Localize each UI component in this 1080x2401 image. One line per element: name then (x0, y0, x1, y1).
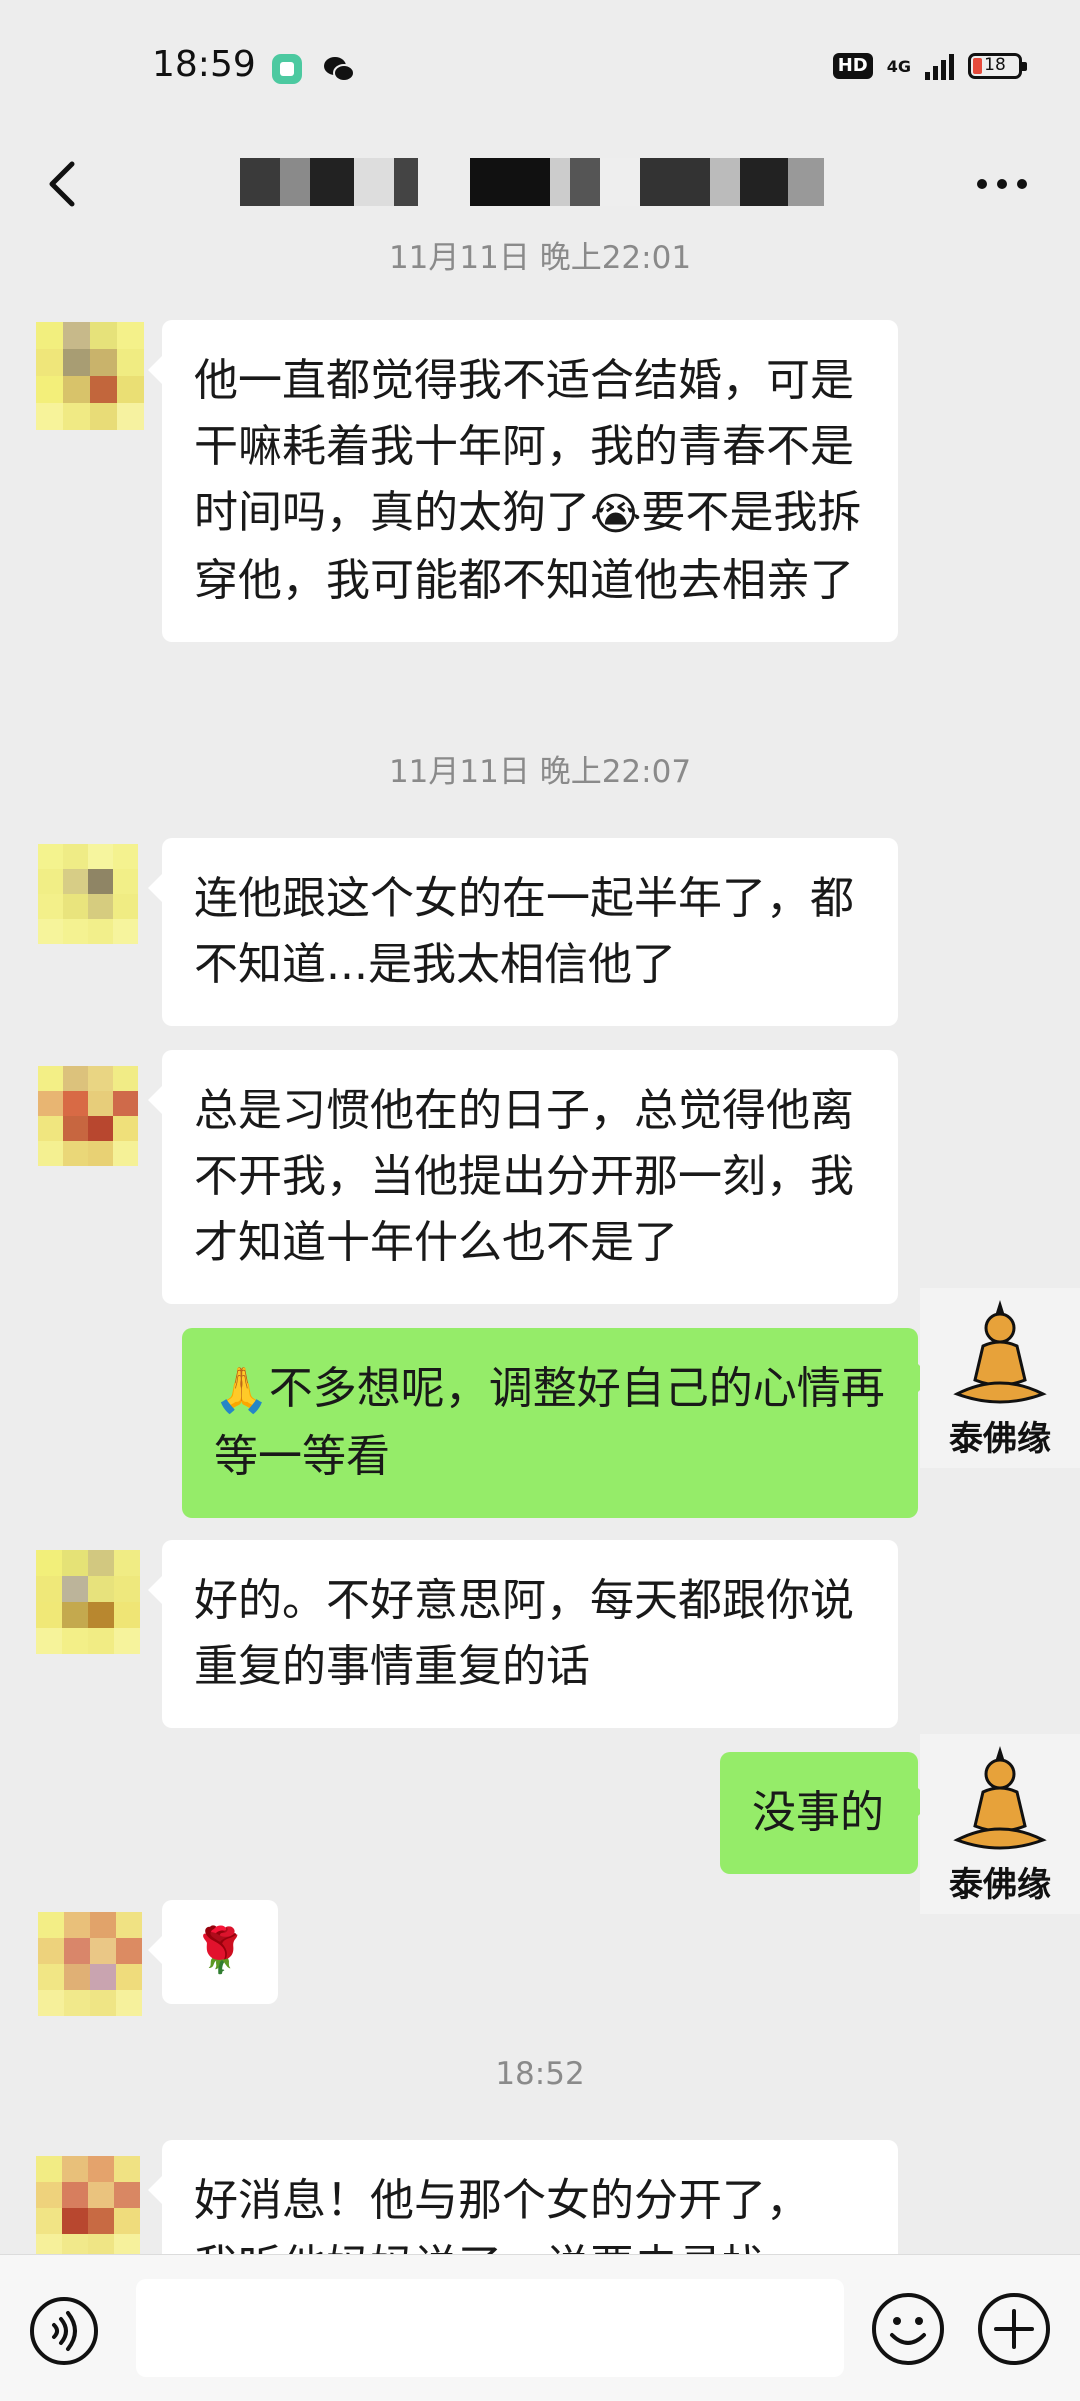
status-time: 18:59 (152, 44, 256, 85)
message-bubble[interactable]: 好消息！他与那个女的分开了， 我听他妈妈说了，说要去寻找 (148, 2140, 898, 2254)
smile-icon[interactable] (870, 2291, 946, 2367)
message-bubble[interactable]: 好的。不好意思阿，每天都跟你说重复的事情重复的话 (148, 1540, 898, 1728)
chevron-left-icon[interactable] (28, 148, 100, 220)
contact-avatar[interactable] (36, 1550, 140, 1654)
my-avatar[interactable]: 泰佛缘 (920, 1288, 1080, 1468)
wechat-notification-icon (324, 57, 355, 82)
status-indicators: HD 4G 18 (832, 52, 1027, 80)
contact-avatar[interactable] (38, 1066, 138, 1166)
message-list[interactable]: 11月11日 晚上22:01 他一直都觉得我不适合结婚，可是干嘛耗着我十年阿，我… (0, 240, 1080, 2254)
message-text: 总是习惯他在的日子，总觉得他离不开我，当他提出分开那一刻，我才知道十年什么也不是… (194, 1085, 854, 1268)
status-bar: 18:59 HD 4G 18 (0, 0, 1080, 130)
timestamp: 11月11日 晚上22:07 (388, 754, 692, 790)
message-text: 我听他妈妈说了，说要去寻找 (194, 2234, 866, 2254)
message-input[interactable] (136, 2279, 844, 2377)
buddha-icon (953, 1746, 1047, 1850)
praying-hands-emoji: 🙏 (214, 1365, 269, 1416)
message-bubble[interactable]: 连他跟这个女的在一起半年了，都不知道...是我太相信他了 (148, 838, 898, 1026)
contact-avatar[interactable] (36, 2156, 140, 2254)
avatar-label: 泰佛缘 (949, 1419, 1051, 1459)
plus-icon[interactable] (976, 2291, 1052, 2367)
message-text: 不多想呢，调整好自己的心情再等一等看 (214, 1363, 885, 1482)
contact-avatar[interactable] (38, 1912, 142, 2016)
signal-icon (925, 52, 954, 80)
message-bubble[interactable]: 总是习惯他在的日子，总觉得他离不开我，当他提出分开那一刻，我才知道十年什么也不是… (148, 1050, 898, 1304)
buddha-icon (953, 1300, 1047, 1404)
message-text: 好消息！他与那个女的分开了， (194, 2175, 810, 2226)
avatar-label: 泰佛缘 (949, 1865, 1051, 1905)
message-bubble-outgoing[interactable]: 没事的 (720, 1752, 932, 1874)
battery-level: 18 (984, 55, 1006, 75)
voice-icon[interactable] (28, 2295, 100, 2367)
message-bubble[interactable]: 🌹 (148, 1900, 278, 2004)
message-bubble[interactable]: 他一直都觉得我不适合结婚，可是干嘛耗着我十年阿，我的青春不是时间吗，真的太狗了😭… (148, 320, 898, 642)
more-dots-icon[interactable] (966, 160, 1038, 208)
message-text: 好的。不好意思阿，每天都跟你说重复的事情重复的话 (194, 1575, 854, 1692)
app-notification-icon (272, 54, 302, 84)
contact-avatar[interactable] (36, 322, 144, 430)
chat-header (0, 130, 1080, 240)
hd-badge: HD (832, 53, 873, 79)
network-label: 4G (886, 56, 911, 76)
message-text: 没事的 (752, 1787, 884, 1838)
message-text: 连他跟这个女的在一起半年了，都不知道...是我太相信他了 (194, 873, 854, 990)
chat-title-pixelated (240, 158, 824, 206)
contact-avatar[interactable] (38, 844, 138, 944)
timestamp: 11月11日 晚上22:01 (388, 240, 692, 276)
input-bar (0, 2254, 1080, 2401)
battery-icon: 18 (968, 53, 1027, 79)
my-avatar[interactable]: 泰佛缘 (920, 1734, 1080, 1914)
timestamp: 18:52 (495, 2056, 585, 2092)
message-bubble-outgoing[interactable]: 🙏不多想呢，调整好自己的心情再等一等看 (182, 1328, 932, 1518)
crying-emoji: 😭 (590, 489, 642, 540)
rose-emoji: 🌹 (192, 1925, 248, 1976)
